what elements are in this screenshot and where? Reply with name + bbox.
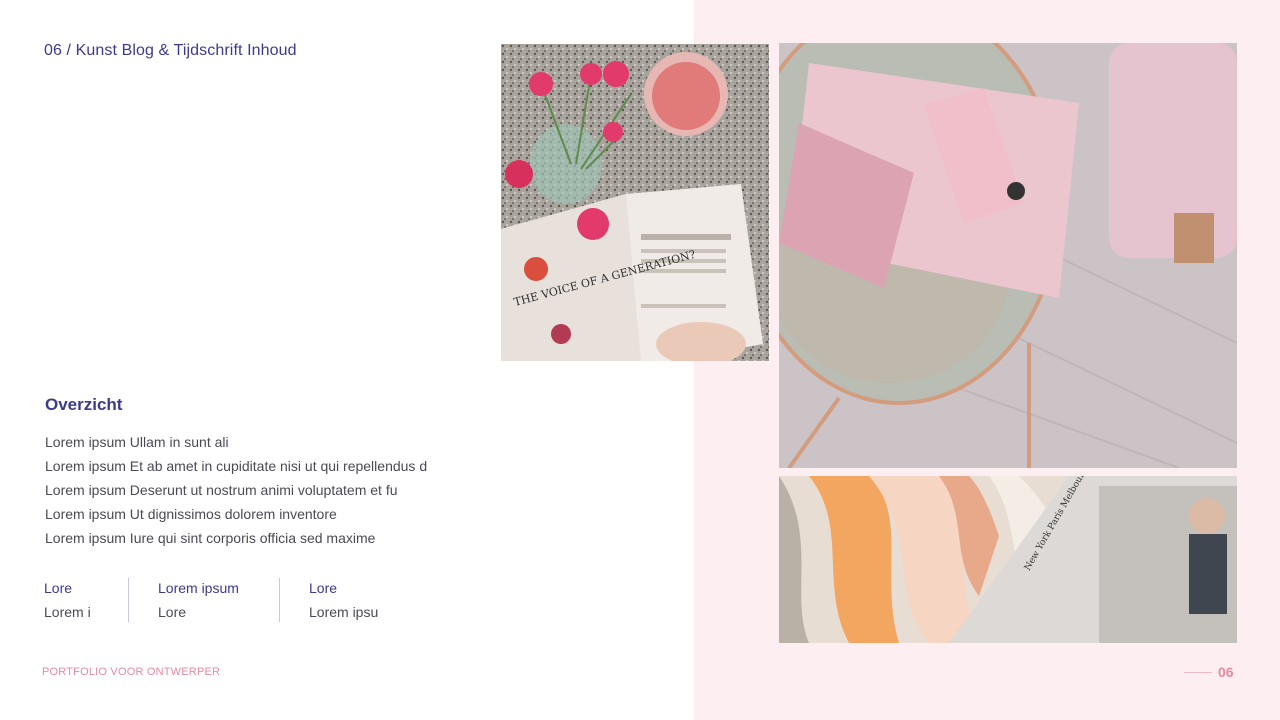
page-title: 06 / Kunst Blog & Tijdschrift Inhoud (44, 42, 297, 59)
overview-text: Lorem ipsum Ullam in sunt ali Lorem ipsu… (45, 430, 485, 550)
overview-line: Lorem ipsum Iure qui sint corporis offic… (45, 530, 376, 546)
photo-pink-table (779, 43, 1237, 468)
overview-heading: Overzicht (45, 395, 123, 414)
overview-line: Lorem ipsum Et ab amet in cupiditate nis… (45, 458, 428, 474)
stat-item: Lorem ipsum Lore (158, 578, 279, 622)
photo-magazine-flowers: THE VOICE OF A GENERATION? (501, 44, 769, 361)
stat-item: Lore Lorem i (44, 578, 128, 622)
stat-label: Lore (309, 580, 338, 596)
stat-label: Lorem ipsum (158, 580, 239, 596)
page-number: 06 (1218, 664, 1234, 680)
overview-line: Lorem ipsum Ullam in sunt ali (45, 434, 229, 450)
footer-line (1184, 672, 1212, 673)
stat-value: Lorem ipsu (309, 604, 379, 620)
footer-portfolio-label: PORTFOLIO VOOR ONTWERPER (42, 666, 221, 678)
stat-divider (279, 578, 280, 622)
overview-line: Lorem ipsum Deserunt ut nostrum animi vo… (45, 482, 398, 498)
stat-label: Lore (44, 580, 73, 596)
stat-value: Lorem i (44, 604, 91, 620)
stat-divider (128, 578, 129, 622)
photo-scarves-magazine: New York Paris Melbourne Tokyo Madrid Lo… (779, 476, 1237, 643)
overview-line: Lorem ipsum Ut dignissimos dolorem inven… (45, 506, 337, 522)
stat-item: Lore Lorem ipsu (309, 578, 429, 622)
stat-value: Lore (158, 604, 187, 620)
stats-row: Lore Lorem i Lorem ipsum Lore Lore Lorem… (44, 578, 429, 622)
